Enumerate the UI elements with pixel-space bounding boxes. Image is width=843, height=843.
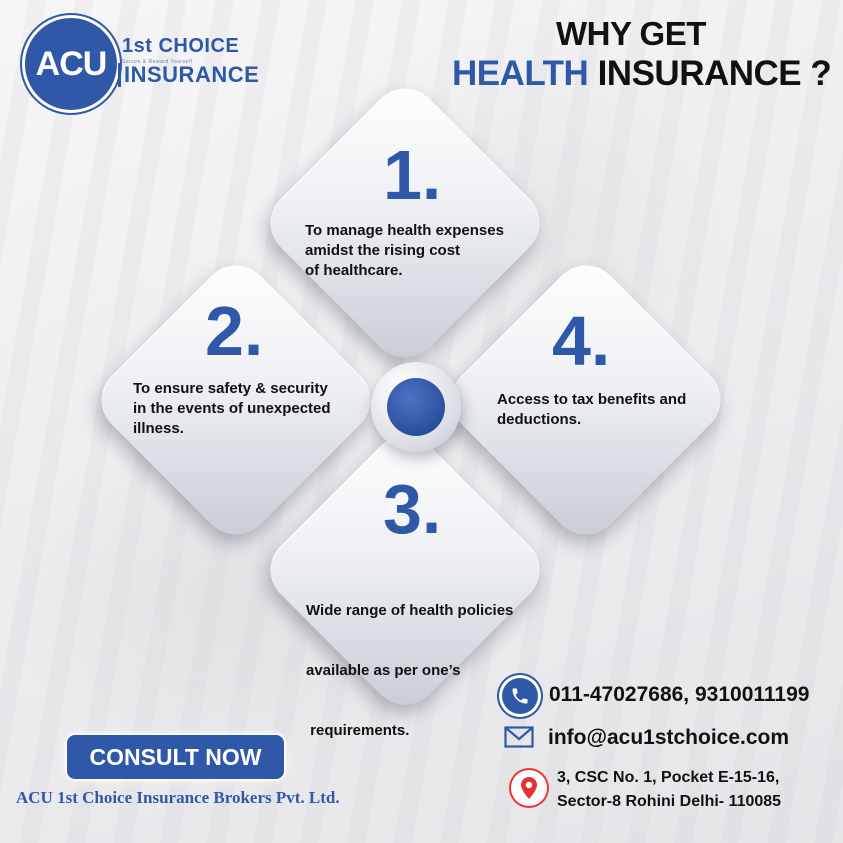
reason-3-line3: requirements. bbox=[306, 722, 410, 739]
reason-1-number: 1. bbox=[383, 136, 442, 214]
logo-line2: INSURANCE bbox=[118, 63, 259, 87]
consult-now-button[interactable]: CONSULT NOW bbox=[67, 735, 284, 779]
reason-1-text: To manage health expenses amidst the ris… bbox=[305, 221, 504, 281]
reason-4-text: Access to tax benefits and deductions. bbox=[497, 390, 686, 430]
logo-line1: 1st CHOICE bbox=[122, 35, 240, 57]
company-name: ACU 1st Choice Insurance Brokers Pvt. Lt… bbox=[16, 788, 340, 807]
heading-highlight: HEALTH bbox=[452, 54, 589, 93]
reason-3-text: Wide range of health policies available … bbox=[306, 561, 513, 761]
center-circle bbox=[371, 362, 461, 452]
center-dot bbox=[387, 378, 445, 436]
reason-2-number: 2. bbox=[205, 292, 264, 370]
reason-3-line1: Wide range of health policies bbox=[306, 602, 514, 619]
mail-icon bbox=[504, 725, 534, 749]
reason-3-line2: available as per one’s bbox=[306, 662, 461, 679]
reason-1-line2: amidst the rising cost bbox=[305, 242, 461, 259]
reason-4-number: 4. bbox=[552, 302, 611, 380]
phone-icon bbox=[502, 678, 538, 714]
logo-mark: ACU bbox=[22, 15, 120, 113]
heading-line2: HEALTH INSURANCE ? bbox=[452, 54, 832, 94]
address-line2: Sector-8 Rohini Delhi- 110085 bbox=[557, 793, 782, 810]
reason-4-line1: Access to tax benefits and bbox=[497, 391, 687, 408]
reason-3-number: 3. bbox=[383, 470, 442, 548]
reason-2-line2: in the events of unexpected bbox=[133, 400, 331, 417]
reason-4-line2: deductions. bbox=[497, 411, 582, 428]
reason-2-line3: illness. bbox=[133, 420, 184, 437]
heading-line1: WHY GET bbox=[556, 15, 706, 52]
reason-1-line3: of healthcare. bbox=[305, 262, 403, 279]
logo-mark-text: ACU bbox=[35, 44, 108, 83]
email-link[interactable]: info@acu1stchoice.com bbox=[548, 726, 789, 750]
address-line1: 3, CSC No. 1, Pocket E-15-16, bbox=[557, 769, 780, 786]
reason-2-text: To ensure safety & security in the event… bbox=[133, 379, 331, 439]
location-pin-icon bbox=[511, 770, 547, 806]
reason-1-line1: To manage health expenses bbox=[305, 222, 504, 239]
reason-2-line1: To ensure safety & security bbox=[133, 380, 328, 397]
heading-rest: INSURANCE ? bbox=[597, 54, 832, 93]
phone-number[interactable]: 011-47027686, 9310011199 bbox=[549, 683, 809, 707]
company-logo: ACU 1st CHOICE Secure & Reward Yourself … bbox=[22, 15, 262, 115]
